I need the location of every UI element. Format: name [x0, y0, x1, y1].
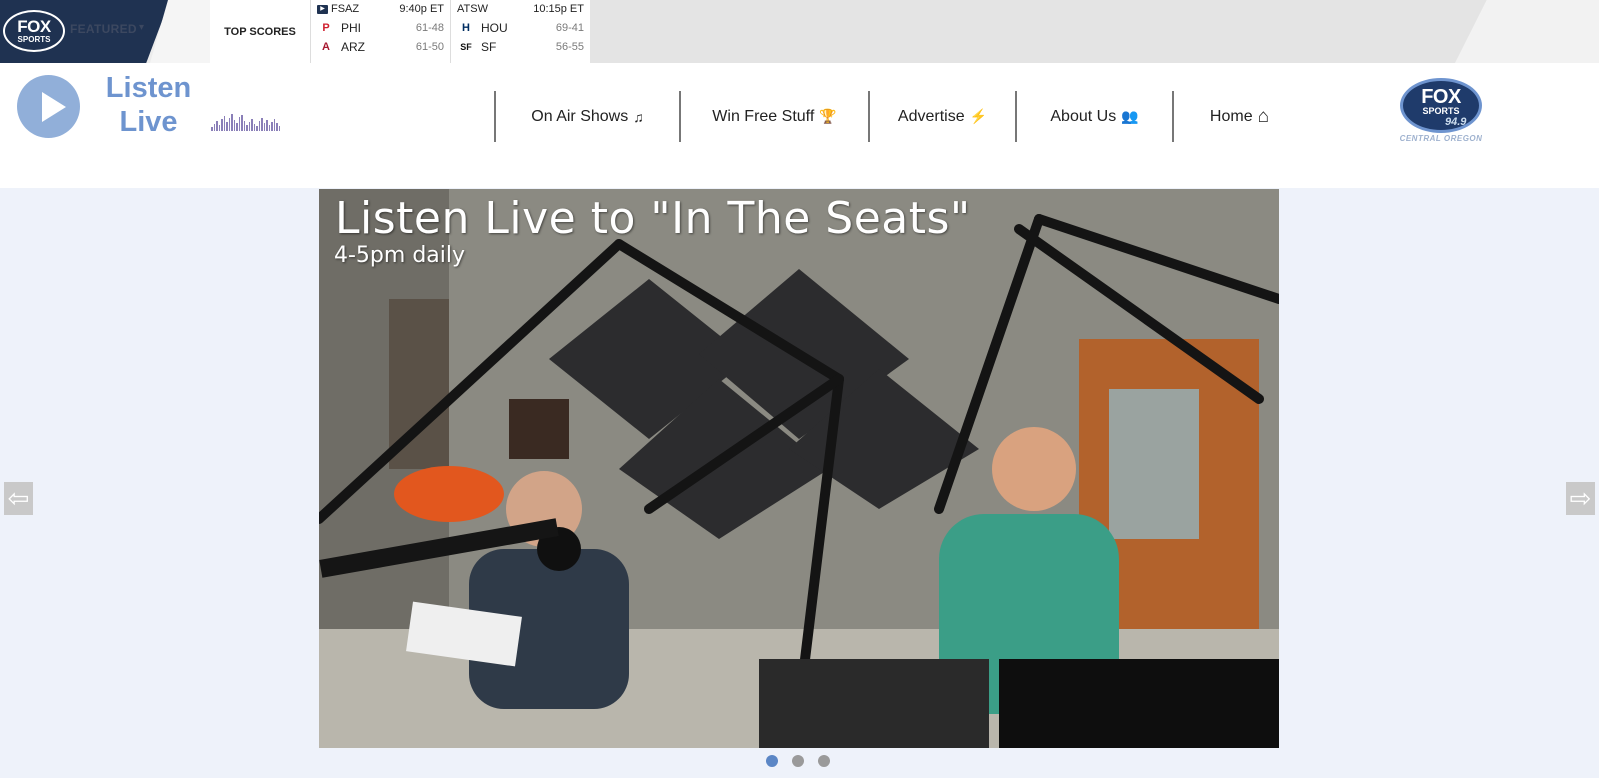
music-note-icon: ♫: [633, 108, 644, 125]
team-row: A ARZ 61-50: [319, 40, 444, 54]
home-icon: ⌂: [1257, 105, 1270, 127]
main-nav: On Air Shows ♫ Win Free Stuff 🏆 Advertis…: [494, 91, 1305, 142]
hero-slide-image[interactable]: Listen Live to "In The Seats" 4-5pm dail…: [319, 189, 1279, 748]
top-scores-label: TOP SCORES: [224, 25, 296, 38]
top-scores-tab[interactable]: TOP SCORES: [210, 0, 310, 63]
equalizer-bar: [256, 126, 258, 131]
slide-subtitle: 4-5pm daily: [334, 243, 466, 268]
team-record: 56-55: [555, 41, 584, 53]
scores-bar: FOX SPORTS FEATURED ▾ TOP SCORES ▶ FSAZ 9…: [0, 0, 1599, 63]
equalizer-bar: [231, 114, 233, 131]
team-record: 61-48: [415, 22, 444, 34]
equalizer-bar: [266, 120, 268, 131]
team-abbr: ARZ: [341, 40, 365, 54]
next-arrow-icon[interactable]: ⇨: [1566, 482, 1595, 515]
nav-item-win-free-stuff[interactable]: Win Free Stuff 🏆: [681, 91, 868, 142]
equalizer-bar: [211, 127, 213, 131]
nav-item-label: Win Free Stuff: [712, 107, 815, 125]
game-network: FSAZ: [331, 3, 360, 15]
equalizer-bar: [268, 125, 270, 131]
slide-dot[interactable]: [766, 755, 778, 767]
slide-dot[interactable]: [818, 755, 830, 767]
trophy-icon: 🏆: [819, 108, 837, 124]
scores-bar-accent: [1455, 0, 1599, 63]
station-logo-fox: FOX: [1421, 86, 1461, 108]
live-label: Live: [119, 106, 178, 138]
equalizer-bar: [238, 117, 240, 131]
equalizer-bar: [216, 121, 218, 131]
astros-logo-icon: H: [462, 22, 470, 34]
giants-logo-icon: SF: [460, 42, 472, 52]
equalizer-bar: [246, 125, 248, 131]
equalizer-bar: [236, 123, 238, 131]
nav-item-on-air-shows[interactable]: On Air Shows ♫: [496, 91, 679, 142]
team-abbr: HOU: [481, 21, 508, 35]
listen-label: Listen: [105, 72, 192, 104]
equalizer-bar: [221, 119, 223, 131]
equalizer-bar: [248, 122, 250, 131]
nav-item-label: Advertise: [897, 107, 965, 125]
fox-sports-logo[interactable]: FOX SPORTS: [3, 10, 65, 52]
slide-pagination: [766, 755, 830, 767]
equalizer-bar: [243, 121, 245, 131]
team-abbr: SF: [481, 40, 497, 54]
listen-live-link[interactable]: Listen Live: [96, 71, 201, 139]
nav-item-label: On Air Shows: [531, 107, 629, 125]
featured-label[interactable]: FEATURED: [70, 22, 137, 36]
team-row: P PHI 61-48: [319, 21, 444, 35]
equalizer-icon: [211, 111, 295, 131]
slide-dot[interactable]: [792, 755, 804, 767]
nav-item-label: About Us: [1050, 107, 1117, 125]
station-logo[interactable]: FOX SPORTS 94.9 CENTRAL OREGON: [1398, 78, 1484, 146]
featured-menu[interactable]: FOX SPORTS FEATURED ▾: [0, 0, 210, 63]
station-logo-sports: SPORTS: [1422, 106, 1460, 116]
phillies-logo-icon: P: [322, 22, 330, 34]
station-logo-badge: FOX SPORTS: [1400, 78, 1482, 133]
nav-item-label: Home: [1209, 107, 1253, 125]
equalizer-bar: [273, 119, 275, 131]
team-row: H HOU 69-41: [459, 21, 584, 35]
equalizer-bar: [218, 125, 220, 131]
equalizer-bar: [241, 115, 243, 131]
equalizer-bar: [263, 123, 265, 131]
equalizer-bar: [253, 124, 255, 131]
game-time: 9:40p ET: [399, 3, 444, 15]
team-record: 61-50: [415, 41, 444, 53]
team-row: SF SF 56-55: [459, 40, 584, 54]
sports-logo-text: SPORTS: [17, 35, 51, 44]
slide-title: Listen Live to "In The Seats": [335, 193, 971, 244]
tv-icon: ▶: [317, 4, 328, 14]
equalizer-bar: [278, 126, 280, 131]
nav-item-home[interactable]: Home ⌂: [1174, 91, 1305, 142]
prev-arrow-icon[interactable]: ⇦: [4, 482, 33, 515]
game-time: 10:15p ET: [533, 3, 584, 15]
bolt-icon: ⚡: [969, 108, 988, 124]
equalizer-bar: [251, 119, 253, 131]
fox-logo-text: FOX: [17, 17, 51, 36]
chevron-down-icon[interactable]: ▾: [139, 22, 144, 33]
game-network: ATSW: [457, 3, 488, 15]
team-record: 69-41: [555, 22, 584, 34]
nav-item-about-us[interactable]: About Us 👥: [1017, 91, 1172, 142]
equalizer-bar: [261, 118, 263, 131]
equalizer-bar: [228, 118, 230, 131]
equalizer-bar: [258, 121, 260, 131]
station-region: CENTRAL OREGON: [1399, 134, 1483, 143]
equalizer-bar: [271, 122, 273, 131]
game-card[interactable]: ATSW 10:15p ET H HOU 69-41 SF SF 56-55: [450, 0, 590, 63]
users-icon: 👥: [1121, 108, 1139, 124]
equalizer-bar: [223, 116, 225, 131]
game-card[interactable]: ▶ FSAZ 9:40p ET P PHI 61-48 A ARZ 61-50: [310, 0, 450, 63]
site-header: Listen Live On Air Shows ♫ Win Free Stuf…: [0, 63, 1599, 188]
equalizer-bar: [213, 124, 215, 131]
equalizer-bar: [226, 122, 228, 131]
team-abbr: PHI: [341, 21, 362, 35]
equalizer-bar: [233, 120, 235, 131]
equalizer-bar: [276, 123, 278, 131]
studio-photo: [319, 189, 1279, 748]
station-frequency: 94.9: [1445, 116, 1467, 128]
play-button[interactable]: [17, 75, 80, 138]
nav-item-advertise[interactable]: Advertise ⚡: [870, 91, 1015, 142]
diamondbacks-logo-icon: A: [322, 41, 330, 53]
